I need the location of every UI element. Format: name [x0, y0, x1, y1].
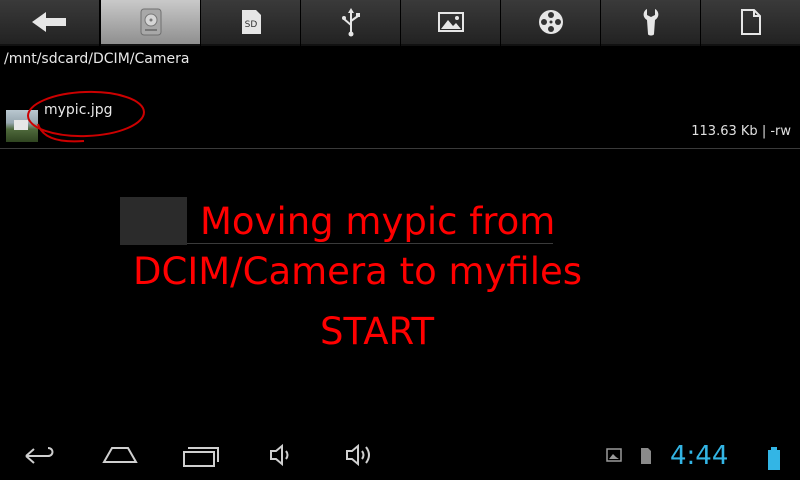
- video-reel-icon: [538, 10, 563, 34]
- image-notification-icon[interactable]: [606, 447, 622, 463]
- volume-down-icon[interactable]: [268, 442, 294, 468]
- internal-storage-icon: [140, 8, 161, 36]
- overlay-line-2: DCIM/Camera to myfiles: [133, 250, 583, 293]
- battery-icon: [768, 447, 780, 470]
- back-icon[interactable]: [22, 442, 58, 468]
- wrench-icon: [643, 9, 658, 36]
- file-name: mypic.jpg: [44, 102, 113, 118]
- back-tab[interactable]: [0, 0, 99, 46]
- file-size: 113.63 Kb: [691, 124, 758, 139]
- status-clock: 4:44: [670, 441, 729, 471]
- document-icon: [740, 9, 761, 35]
- tab-images[interactable]: [401, 0, 500, 46]
- tab-documents[interactable]: [701, 0, 800, 46]
- tab-sd-card[interactable]: SD: [201, 0, 300, 46]
- back-arrow-icon: [31, 12, 66, 32]
- file-permissions: | -rw: [761, 124, 791, 139]
- home-icon[interactable]: [100, 442, 140, 468]
- volume-up-icon[interactable]: [344, 442, 376, 468]
- tab-internal-storage[interactable]: [101, 0, 200, 46]
- tab-videos[interactable]: [501, 0, 600, 46]
- tab-usb[interactable]: [301, 0, 400, 46]
- top-toolbar: SD: [0, 0, 800, 46]
- overlay-line-3: START: [320, 310, 435, 353]
- tab-tools[interactable]: [601, 0, 700, 46]
- image-icon: [437, 12, 464, 32]
- overlay-line-1: Moving mypic from: [200, 200, 556, 243]
- file-list-item[interactable]: mypic.jpg 113.63 Kb | -rw: [0, 80, 800, 149]
- current-path: /mnt/sdcard/DCIM/Camera: [4, 51, 190, 67]
- divider-line: [187, 243, 553, 244]
- sd-card-icon: SD: [241, 10, 261, 34]
- file-info: 113.63 Kb | -rw: [691, 124, 791, 139]
- recent-apps-icon[interactable]: [182, 442, 222, 468]
- progress-box: [120, 197, 187, 245]
- sd-card-label: SD: [244, 20, 257, 30]
- usb-icon: [341, 8, 360, 37]
- sd-notification-icon[interactable]: [640, 447, 652, 465]
